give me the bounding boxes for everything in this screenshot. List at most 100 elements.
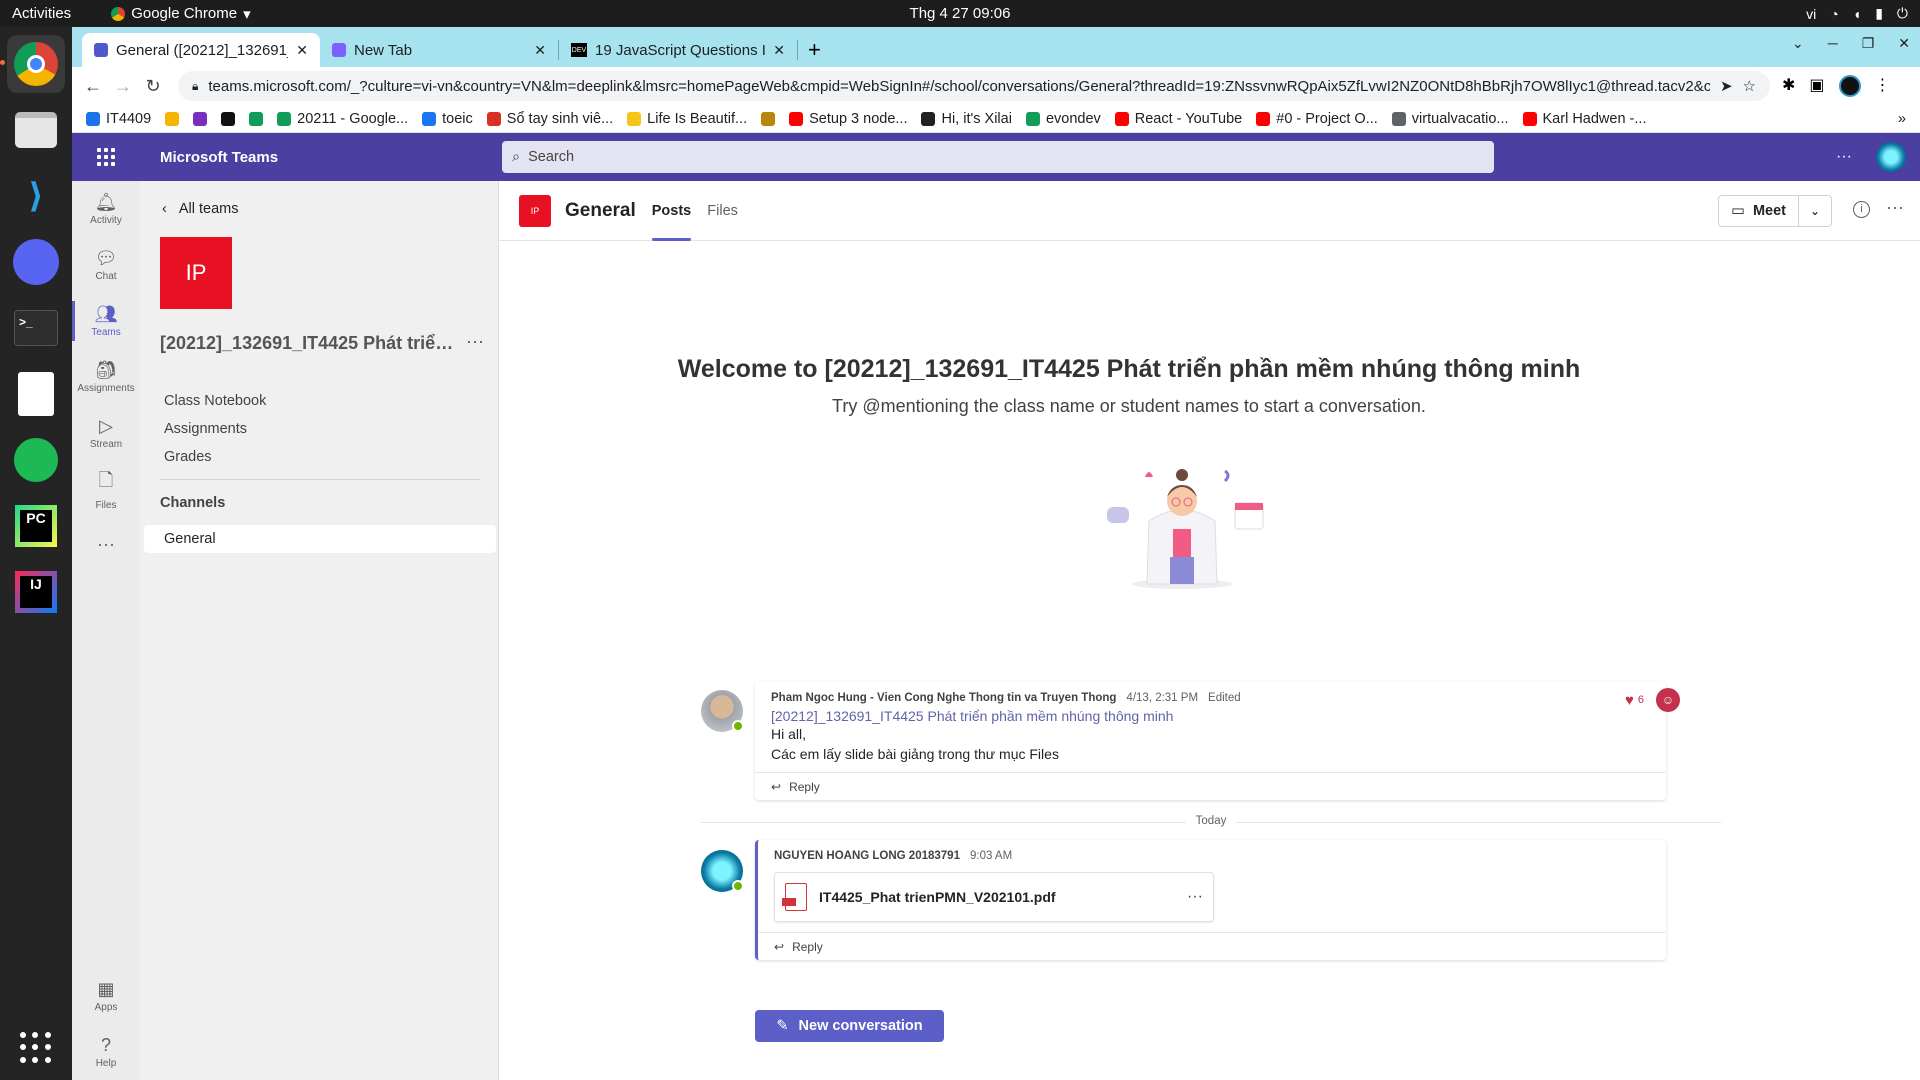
bookmark-item[interactable]	[193, 111, 208, 126]
reactions[interactable]: ♥ 6 ☺	[1625, 688, 1680, 712]
post-author[interactable]: NGUYEN HOANG LONG 20183791	[774, 850, 960, 862]
user-avatar[interactable]	[1876, 142, 1906, 172]
teams-search-input[interactable]: ⌕ Search	[502, 141, 1494, 173]
bookmark-item[interactable]	[165, 111, 180, 126]
text-editor-dock-icon[interactable]	[7, 365, 65, 423]
bookmark-item[interactable]	[221, 111, 236, 126]
clock[interactable]: Thg 4 27 09:06	[0, 5, 1920, 22]
profile-avatar[interactable]	[1838, 75, 1861, 97]
tab-posts[interactable]: Posts	[651, 181, 691, 241]
file-attachment[interactable]: IT4425_Phat trienPMN_V202101.pdf ···	[774, 872, 1214, 922]
bookmark-item[interactable]: Sổ tay sinh viê...	[486, 111, 613, 127]
all-teams-link[interactable]: ‹ All teams	[162, 201, 238, 217]
url-text[interactable]: teams.microsoft.com/_?culture=vi-vn&coun…	[208, 78, 1710, 95]
more-options-icon[interactable]: ···	[1836, 148, 1852, 166]
activities-button[interactable]: Activities	[12, 5, 71, 22]
browser-tab-teams[interactable]: General ([20212]_132691_IT4425 Phát triể…	[82, 33, 320, 67]
rail-chat[interactable]: 💬︎ Chat	[72, 237, 140, 293]
bookmark-item[interactable]: Life Is Beautif...	[627, 111, 747, 127]
react-emoji-icon[interactable]: ☺	[1656, 688, 1680, 712]
terminal-dock-icon[interactable]: >_	[7, 299, 65, 357]
send-icon[interactable]: ➤	[1720, 77, 1733, 95]
system-tray[interactable]: vi ◔ ◖ ▮ ⏻	[1806, 5, 1908, 22]
rail-label: Assignments	[77, 383, 135, 394]
vscode-dock-icon[interactable]: ⟩	[7, 167, 65, 225]
rail-stream[interactable]: ▷ Stream	[72, 405, 140, 461]
bookmark-item[interactable]: evondev	[1025, 111, 1101, 127]
bookmark-item[interactable]: React - YouTube	[1114, 111, 1242, 127]
close-tab-icon[interactable]: ✕	[773, 42, 785, 59]
close-window-icon[interactable]: ✕	[1898, 35, 1910, 52]
post-author[interactable]: Pham Ngoc Hung - Vien Cong Nghe Thong ti…	[771, 692, 1116, 704]
author-avatar[interactable]	[701, 850, 744, 892]
forward-icon[interactable]: →	[108, 76, 138, 97]
minimize-icon[interactable]: ─	[1828, 35, 1838, 52]
meet-dropdown-chevron-icon[interactable]: ⌄	[1799, 196, 1831, 226]
address-bar[interactable]: 🔒︎ teams.microsoft.com/_?culture=vi-vn&c…	[178, 71, 1770, 101]
new-tab-button[interactable]: +	[808, 33, 821, 67]
pycharm-dock-icon[interactable]: PC	[7, 497, 65, 555]
bookmark-item[interactable]: IT4409	[86, 111, 151, 127]
app-launcher-icon[interactable]	[72, 148, 140, 166]
grades-link[interactable]: Grades	[164, 443, 266, 471]
bookmark-item[interactable]	[249, 111, 264, 126]
bookmark-item[interactable]: 20211 - Google...	[277, 111, 408, 127]
lock-icon: 🔒︎	[192, 78, 199, 93]
browser-tab-dev[interactable]: DEV 19 JavaScript Questions I Have Been …	[559, 33, 797, 67]
close-tab-icon[interactable]: ✕	[534, 42, 546, 59]
class-notebook-link[interactable]: Class Notebook	[164, 387, 266, 415]
tab-search-icon[interactable]: ⌄	[1792, 35, 1804, 52]
bookmark-item[interactable]: toeic	[422, 111, 473, 127]
rail-apps[interactable]: ▦ Apps	[72, 968, 140, 1024]
team-more-icon[interactable]: ···	[466, 331, 484, 352]
reply-label: Reply	[792, 939, 823, 954]
input-language[interactable]: vi	[1806, 6, 1816, 22]
bookmark-item[interactable]: #0 - Project O...	[1256, 111, 1378, 127]
rail-activity[interactable]: 🔔︎ Activity	[72, 181, 140, 237]
bookmark-label: toeic	[442, 110, 473, 127]
bookmark-item[interactable]: Karl Hadwen -...	[1522, 111, 1646, 127]
side-panel-icon[interactable]: ▣	[1809, 75, 1824, 97]
close-tab-icon[interactable]: ✕	[296, 42, 308, 59]
assignments-link[interactable]: Assignments	[164, 415, 266, 443]
more-apps-icon[interactable]: ···	[72, 517, 140, 573]
show-apps-icon[interactable]	[20, 1032, 52, 1064]
rail-assignments[interactable]: 🎒︎ Assignments	[72, 349, 140, 405]
rail-teams[interactable]: 👥︎ Teams	[72, 293, 140, 349]
files-dock-icon[interactable]	[7, 101, 65, 159]
app-menu[interactable]: Google Chrome ▾	[111, 5, 251, 23]
extensions-icon[interactable]: ✱	[1782, 75, 1795, 97]
reply-label: Reply	[789, 779, 820, 794]
file-name[interactable]: IT4425_Phat trienPMN_V202101.pdf	[819, 889, 1175, 905]
rail-help[interactable]: ? Help	[72, 1024, 140, 1080]
welcome-subtitle: Try @mentioning the class name or studen…	[832, 396, 1426, 416]
info-icon[interactable]: i	[1853, 201, 1870, 218]
bookmark-item[interactable]: Hi, it's Xilai	[921, 111, 1012, 127]
post-subject: [20212]_132691_IT4425 Phát triển phần mề…	[771, 708, 1174, 724]
bookmarks-overflow-icon[interactable]: »	[1898, 111, 1906, 127]
channel-more-icon[interactable]: ···	[1886, 197, 1904, 218]
bookmark-item[interactable]	[761, 111, 776, 126]
channel-general[interactable]: General	[144, 525, 496, 553]
bookmark-star-icon[interactable]: ☆	[1743, 77, 1756, 95]
tab-files[interactable]: Files	[707, 181, 738, 241]
bookmark-item[interactable]: virtualvacatio...	[1391, 111, 1509, 127]
browser-tab-new-tab[interactable]: New Tab ✕	[320, 33, 558, 67]
intellij-dock-icon[interactable]: IJ	[7, 563, 65, 621]
new-conversation-button[interactable]: ✎ New conversation	[755, 1010, 944, 1042]
back-icon[interactable]: ←	[78, 76, 108, 97]
chrome-menu-icon[interactable]: ⋮	[1875, 75, 1891, 97]
file-more-icon[interactable]: ···	[1187, 888, 1203, 906]
reply-button[interactable]: ↩ Reply	[755, 772, 1666, 800]
spotify-dock-icon[interactable]	[7, 431, 65, 489]
reply-arrow-icon: ↩	[771, 779, 782, 794]
bookmark-item[interactable]: Setup 3 node...	[789, 111, 907, 127]
rail-files[interactable]: 🗋 Files	[72, 461, 140, 517]
reply-button[interactable]: ↩ Reply	[758, 932, 1666, 960]
discord-dock-icon[interactable]	[7, 233, 65, 291]
reload-icon[interactable]: ↻	[138, 76, 168, 97]
meet-button[interactable]: ▭ Meet	[1719, 196, 1799, 226]
chrome-dock-icon[interactable]	[0, 35, 65, 93]
maximize-icon[interactable]: ❐	[1862, 35, 1875, 52]
author-avatar[interactable]	[701, 690, 744, 732]
